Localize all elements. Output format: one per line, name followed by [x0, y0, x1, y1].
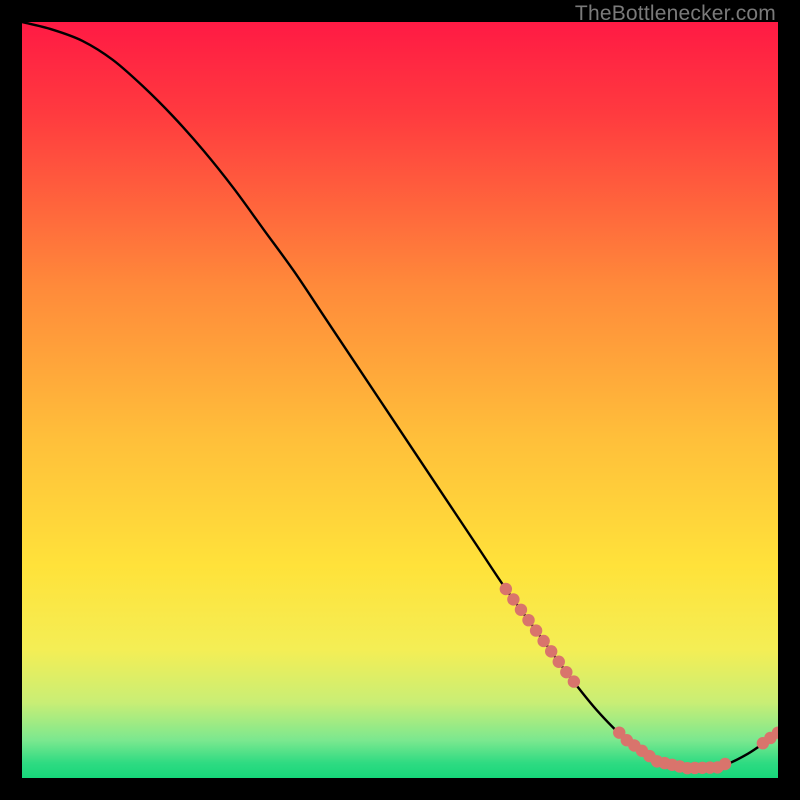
bottleneck-chart [22, 22, 778, 778]
data-point [545, 645, 557, 657]
data-point [515, 604, 527, 616]
data-point [500, 583, 512, 595]
data-point [568, 675, 580, 687]
chart-stage: TheBottlenecker.com [0, 0, 800, 800]
data-point [522, 614, 534, 626]
data-point [530, 624, 542, 636]
data-point [553, 656, 565, 668]
data-point [719, 758, 731, 770]
data-point [507, 593, 519, 605]
data-point [537, 635, 549, 647]
gradient-bg [22, 22, 778, 778]
